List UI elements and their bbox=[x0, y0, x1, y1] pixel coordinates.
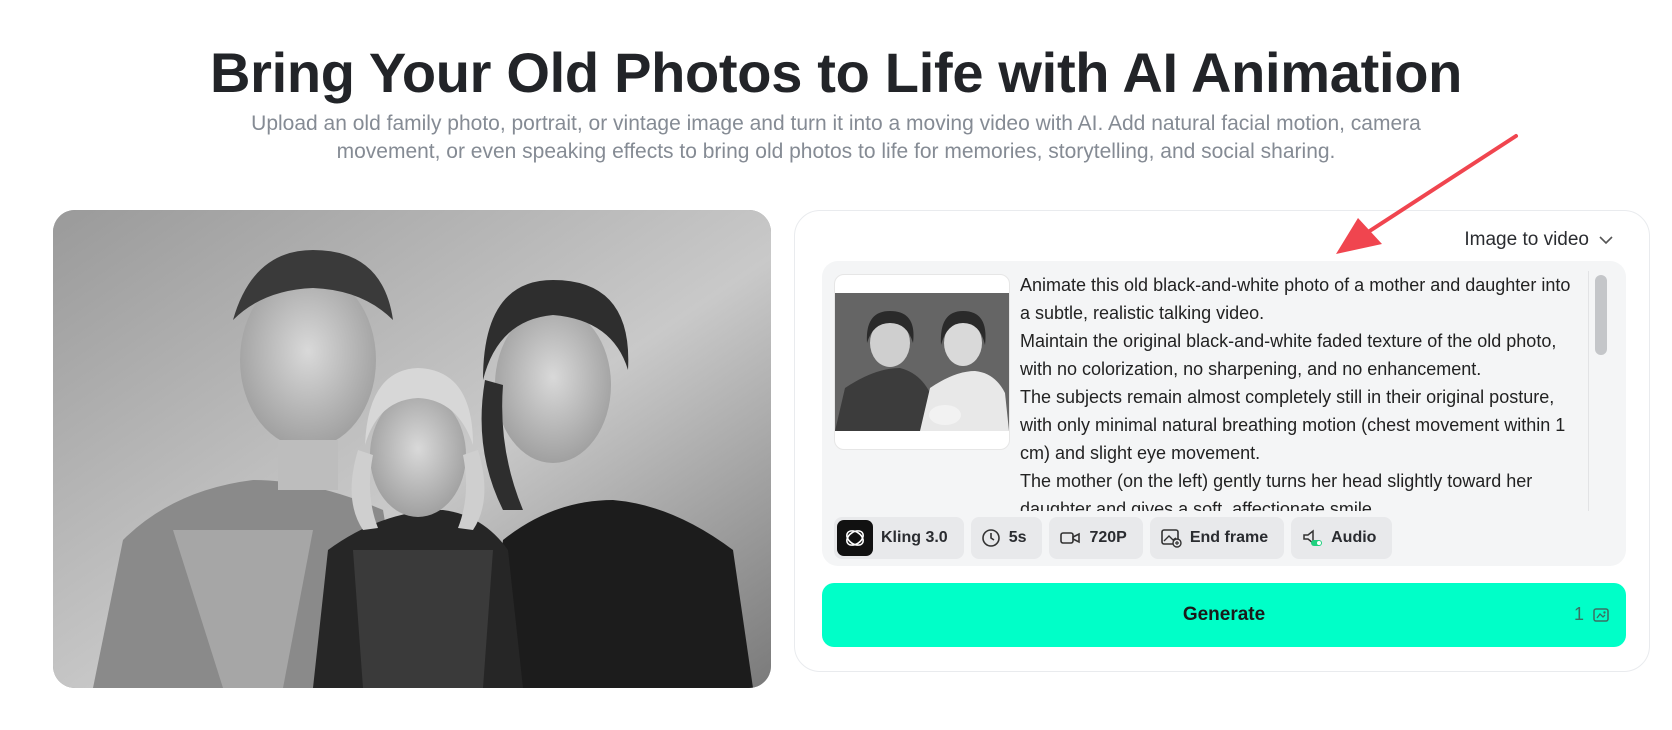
resolution-selector[interactable]: 720P bbox=[1049, 517, 1143, 559]
annotation-arrow-icon bbox=[1336, 134, 1518, 254]
clock-icon bbox=[981, 529, 1000, 547]
audio-toggle-icon bbox=[1303, 529, 1323, 546]
generate-button[interactable]: Generate 1 bbox=[822, 583, 1626, 647]
prompt-line: Maintain the original black-and-white fa… bbox=[1020, 331, 1557, 379]
credit-cost: 1 bbox=[1574, 604, 1610, 625]
prompt-textarea[interactable]: Animate this old black-and-white photo o… bbox=[1020, 271, 1585, 511]
example-photo bbox=[53, 210, 771, 688]
prompt-line: The mother (on the left) gently turns he… bbox=[1020, 471, 1533, 511]
page-subtitle: Upload an old family photo, portrait, or… bbox=[251, 112, 1421, 163]
duration-label: 5s bbox=[1008, 529, 1027, 546]
video-camera-icon bbox=[1060, 532, 1081, 544]
end-frame-icon bbox=[1161, 529, 1182, 548]
generation-options: Kling 3.0 5s 720P End frame Audio bbox=[834, 517, 1393, 559]
prompt-line: The subjects remain almost completely st… bbox=[1020, 387, 1566, 463]
audio-label: Audio bbox=[1331, 529, 1377, 546]
chevron-down-icon bbox=[1599, 235, 1613, 244]
scrollbar-thumb[interactable] bbox=[1595, 275, 1607, 355]
credit-icon bbox=[1593, 607, 1609, 622]
prompt-scrollbar[interactable] bbox=[1588, 271, 1611, 511]
page-title: Bring Your Old Photos to Life with AI An… bbox=[209, 41, 1463, 104]
credit-cost-value: 1 bbox=[1573, 604, 1584, 624]
resolution-label: 720P bbox=[1089, 529, 1127, 546]
generate-label: Generate bbox=[1182, 604, 1266, 625]
model-selector[interactable]: Kling 3.0 bbox=[834, 517, 964, 559]
end-frame-button[interactable]: End frame bbox=[1149, 517, 1285, 559]
kling-logo-icon bbox=[837, 520, 873, 556]
prompt-line: Animate this old black-and-white photo o… bbox=[1020, 275, 1571, 323]
uploaded-image-thumbnail[interactable] bbox=[834, 274, 1010, 450]
duration-selector[interactable]: 5s bbox=[970, 517, 1043, 559]
generator-panel: Image to video Animate this old black-an… bbox=[794, 210, 1650, 672]
model-label: Kling 3.0 bbox=[881, 529, 948, 546]
prompt-area: Animate this old black-and-white photo o… bbox=[822, 261, 1626, 566]
audio-toggle[interactable]: Audio bbox=[1291, 517, 1393, 559]
end-frame-label: End frame bbox=[1189, 529, 1269, 546]
